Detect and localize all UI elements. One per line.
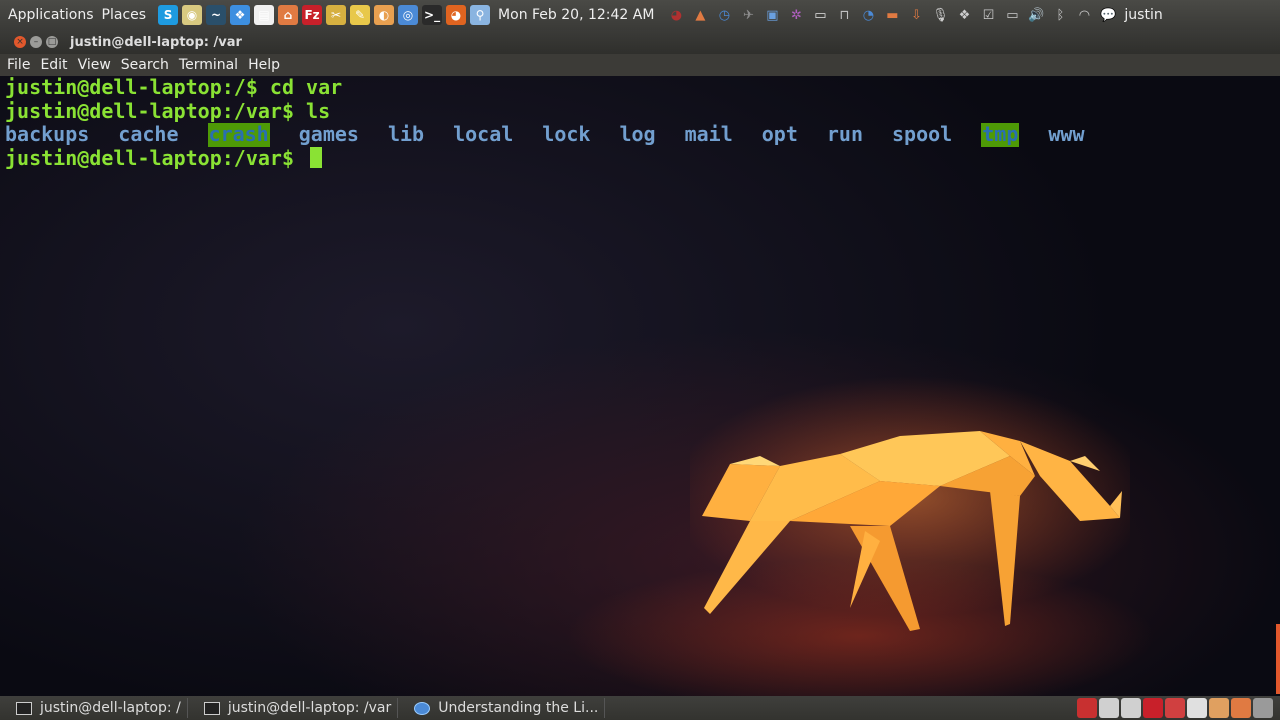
volume-icon[interactable]: 🔊: [1026, 5, 1046, 25]
system-monitor-icon[interactable]: ~: [206, 5, 227, 25]
update-icon[interactable]: ▲: [690, 5, 710, 25]
task-label: Understanding the Li...: [438, 700, 599, 716]
terminal-output[interactable]: justin@dell-laptop:/$ cd var justin@dell…: [0, 76, 1280, 696]
checklist-icon[interactable]: ☑: [978, 5, 998, 25]
ls-entry: lib: [387, 122, 425, 146]
folder-icon[interactable]: [1231, 698, 1251, 718]
top-panel: Applications Places S ◉ ~ ❖ ▤ ⌂ Fz ✂ ✎ ◐ ◎ >_ ◕ ⚲ Mon…: [0, 0, 1280, 30]
terminal-scrollbar[interactable]: [1276, 624, 1280, 694]
downloads-icon[interactable]: ⇩: [906, 5, 926, 25]
ls-output: backups cache crash games lib local lock log mai…: [5, 122, 1113, 147]
ls-entry: www: [1048, 122, 1085, 146]
image-viewer-icon[interactable]: ◐: [374, 5, 395, 25]
chromium-icon[interactable]: ◎: [398, 5, 419, 25]
microphone-icon[interactable]: 🎙: [930, 5, 950, 25]
gear-icon[interactable]: [1121, 698, 1141, 718]
ls-entry: lock: [542, 122, 591, 146]
terminal-line: justin@dell-laptop:/$ cd var: [5, 76, 343, 99]
chat-icon[interactable]: 💬: [1098, 5, 1118, 25]
terminal-line: justin@dell-laptop:/var$ ls: [5, 98, 331, 123]
maximize-window-button[interactable]: □: [46, 36, 58, 48]
wifi-icon[interactable]: ◠: [1074, 5, 1094, 25]
launcher-bar: S ◉ ~ ❖ ▤ ⌂ Fz ✂ ✎ ◐ ◎ >_ ◕ ⚲: [156, 5, 492, 25]
clock-icon[interactable]: ◷: [714, 5, 734, 25]
task-terminal-root[interactable]: justin@dell-laptop: /: [10, 698, 188, 718]
ls-entry: spool: [892, 122, 953, 146]
bluetooth-icon[interactable]: ᛒ: [1050, 5, 1070, 25]
terminal-icon: [203, 701, 220, 715]
show-desktop-icon[interactable]: [1253, 698, 1273, 718]
bottom-taskbar: justin@dell-laptop: / justin@dell-laptop…: [0, 696, 1280, 720]
firefox-icon[interactable]: ◕: [446, 5, 467, 25]
dropbox-tray-icon[interactable]: ❖: [954, 5, 974, 25]
ls-entry: tmp: [981, 122, 1020, 147]
close-window-button[interactable]: ×: [14, 36, 26, 48]
ls-entry: log: [619, 122, 656, 146]
wallpaper-cat-illustration: [690, 376, 1130, 631]
download-manager-icon[interactable]: [1099, 698, 1119, 718]
menu-edit[interactable]: Edit: [35, 57, 72, 73]
text-cursor: [310, 146, 323, 168]
pidgin-icon[interactable]: ◉: [182, 5, 203, 25]
ls-entry: run: [826, 122, 864, 146]
weather-icon[interactable]: ◕: [666, 5, 686, 25]
ls-entry: cache: [118, 122, 179, 146]
document-icon[interactable]: [1187, 698, 1207, 718]
filezilla-icon[interactable]: Fz: [302, 5, 323, 25]
editor-icon[interactable]: [1165, 698, 1185, 718]
menu-terminal[interactable]: Terminal: [174, 57, 243, 73]
image-icon[interactable]: [1209, 698, 1229, 718]
sync-icon[interactable]: ✈: [738, 5, 758, 25]
notes-icon[interactable]: ✎: [350, 5, 371, 25]
applications-menu[interactable]: Applications: [0, 7, 98, 23]
menu-file[interactable]: File: [0, 57, 35, 73]
filezilla-icon[interactable]: [1143, 698, 1163, 718]
user-menu[interactable]: justin: [1124, 7, 1162, 23]
screenshot-icon[interactable]: ▣: [762, 5, 782, 25]
taskbar-tray: [1076, 698, 1274, 718]
window-title-bar[interactable]: × – □ justin@dell-laptop: /var: [0, 30, 1280, 54]
home-folder-icon[interactable]: ⌂: [278, 5, 299, 25]
terminal-icon: [16, 701, 32, 715]
search-icon[interactable]: ⚲: [470, 5, 491, 25]
menu-view[interactable]: View: [73, 57, 116, 73]
skype-icon[interactable]: S: [158, 5, 179, 25]
ls-entry: local: [453, 122, 514, 146]
task-terminal-var[interactable]: justin@dell-laptop: /var: [198, 698, 399, 718]
menu-help[interactable]: Help: [243, 57, 285, 73]
tools-icon[interactable]: ✂: [326, 5, 347, 25]
stop-icon[interactable]: [1077, 698, 1097, 718]
ls-entry: games: [298, 122, 359, 146]
ls-entry: opt: [761, 122, 798, 146]
folder-icon[interactable]: ▬: [882, 5, 902, 25]
places-menu[interactable]: Places: [98, 7, 151, 23]
settings-icon[interactable]: ✲: [786, 5, 806, 25]
terminal-icon[interactable]: >_: [422, 5, 443, 25]
menu-search[interactable]: Search: [116, 57, 174, 73]
minimize-window-button[interactable]: –: [30, 36, 42, 48]
terminal-prompt-line: justin@dell-laptop:/var$: [5, 145, 323, 171]
bluetooth-share-icon[interactable]: ◔: [858, 5, 878, 25]
battery-icon[interactable]: ▭: [1002, 5, 1022, 25]
dropbox-icon[interactable]: ❖: [230, 5, 251, 25]
network-share-icon[interactable]: ⊓: [834, 5, 854, 25]
prompt-text: justin@dell-laptop:/var$: [5, 145, 307, 170]
task-browser[interactable]: Understanding the Li...: [408, 698, 606, 718]
window-title: justin@dell-laptop: /var: [70, 34, 242, 50]
chromium-icon: [414, 701, 431, 715]
task-label: justin@dell-laptop: /: [40, 700, 181, 716]
ls-entry: mail: [684, 122, 733, 146]
clock[interactable]: Mon Feb 20, 12:42 AM: [498, 7, 654, 23]
task-label: justin@dell-laptop: /var: [227, 700, 392, 716]
document-icon[interactable]: ▭: [810, 5, 830, 25]
terminal-menubar: File Edit View Search Terminal Help: [0, 54, 1280, 76]
text-editor-icon[interactable]: ▤: [254, 5, 275, 25]
system-tray: ◕ ▲ ◷ ✈ ▣ ✲ ▭ ⊓ ◔ ▬ ⇩ 🎙 ❖ ☑ ▭ 🔊 ᛒ ◠ 💬: [664, 5, 1120, 25]
ls-entry: backups: [5, 122, 90, 146]
ls-entry: crash: [207, 122, 270, 147]
